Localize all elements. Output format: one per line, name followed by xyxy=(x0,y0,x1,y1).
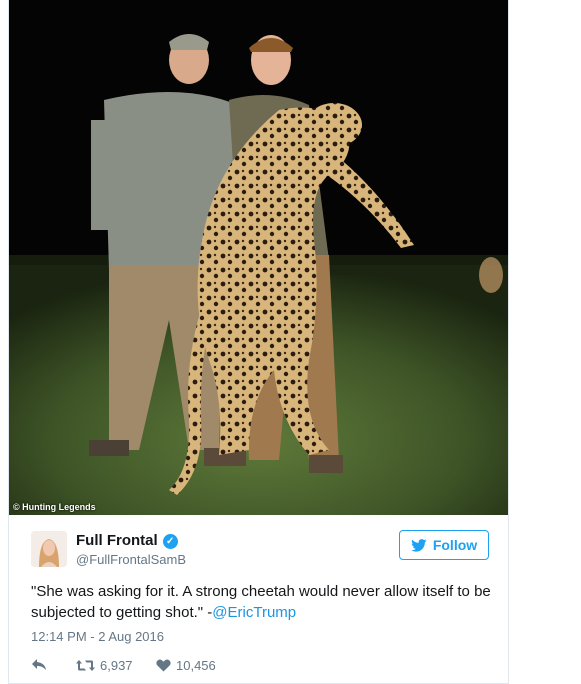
retweet-count: 6,937 xyxy=(100,657,133,673)
author-name-text: Full Frontal xyxy=(76,532,158,549)
tweet-header: Full Frontal ✓ @FullFrontalSamB Follow xyxy=(9,515,508,575)
reply-button[interactable] xyxy=(31,658,76,672)
tweet-text: "She was asking for it. A strong cheetah… xyxy=(31,581,501,623)
author-handle[interactable]: @FullFrontalSamB xyxy=(76,552,186,567)
tweet-card: © Hunting Legends Full Frontal ✓ @FullFro… xyxy=(8,0,509,684)
tweet-photo[interactable]: © Hunting Legends xyxy=(9,0,508,515)
like-button[interactable]: 10,456 xyxy=(156,658,216,673)
photo-credit: © Hunting Legends xyxy=(13,502,96,512)
hunting-photo-illustration xyxy=(9,0,508,515)
retweet-icon xyxy=(76,659,95,671)
twitter-bird-icon xyxy=(410,538,427,552)
author-display-name[interactable]: Full Frontal ✓ xyxy=(76,532,178,549)
avatar-portrait xyxy=(31,531,67,567)
mention-link[interactable]: @EricTrump xyxy=(212,604,296,621)
tweet-timestamp[interactable]: 12:14 PM - 2 Aug 2016 xyxy=(31,629,164,644)
tweet-actions: 6,937 10,456 xyxy=(31,656,216,674)
follow-label: Follow xyxy=(432,537,478,553)
verified-badge-icon: ✓ xyxy=(162,534,178,549)
like-count: 10,456 xyxy=(176,657,216,673)
heart-icon xyxy=(156,659,171,671)
follow-button[interactable]: Follow xyxy=(399,530,489,560)
avatar[interactable] xyxy=(31,531,67,567)
retweet-button[interactable]: 6,937 xyxy=(76,658,156,673)
reply-icon xyxy=(32,659,46,670)
